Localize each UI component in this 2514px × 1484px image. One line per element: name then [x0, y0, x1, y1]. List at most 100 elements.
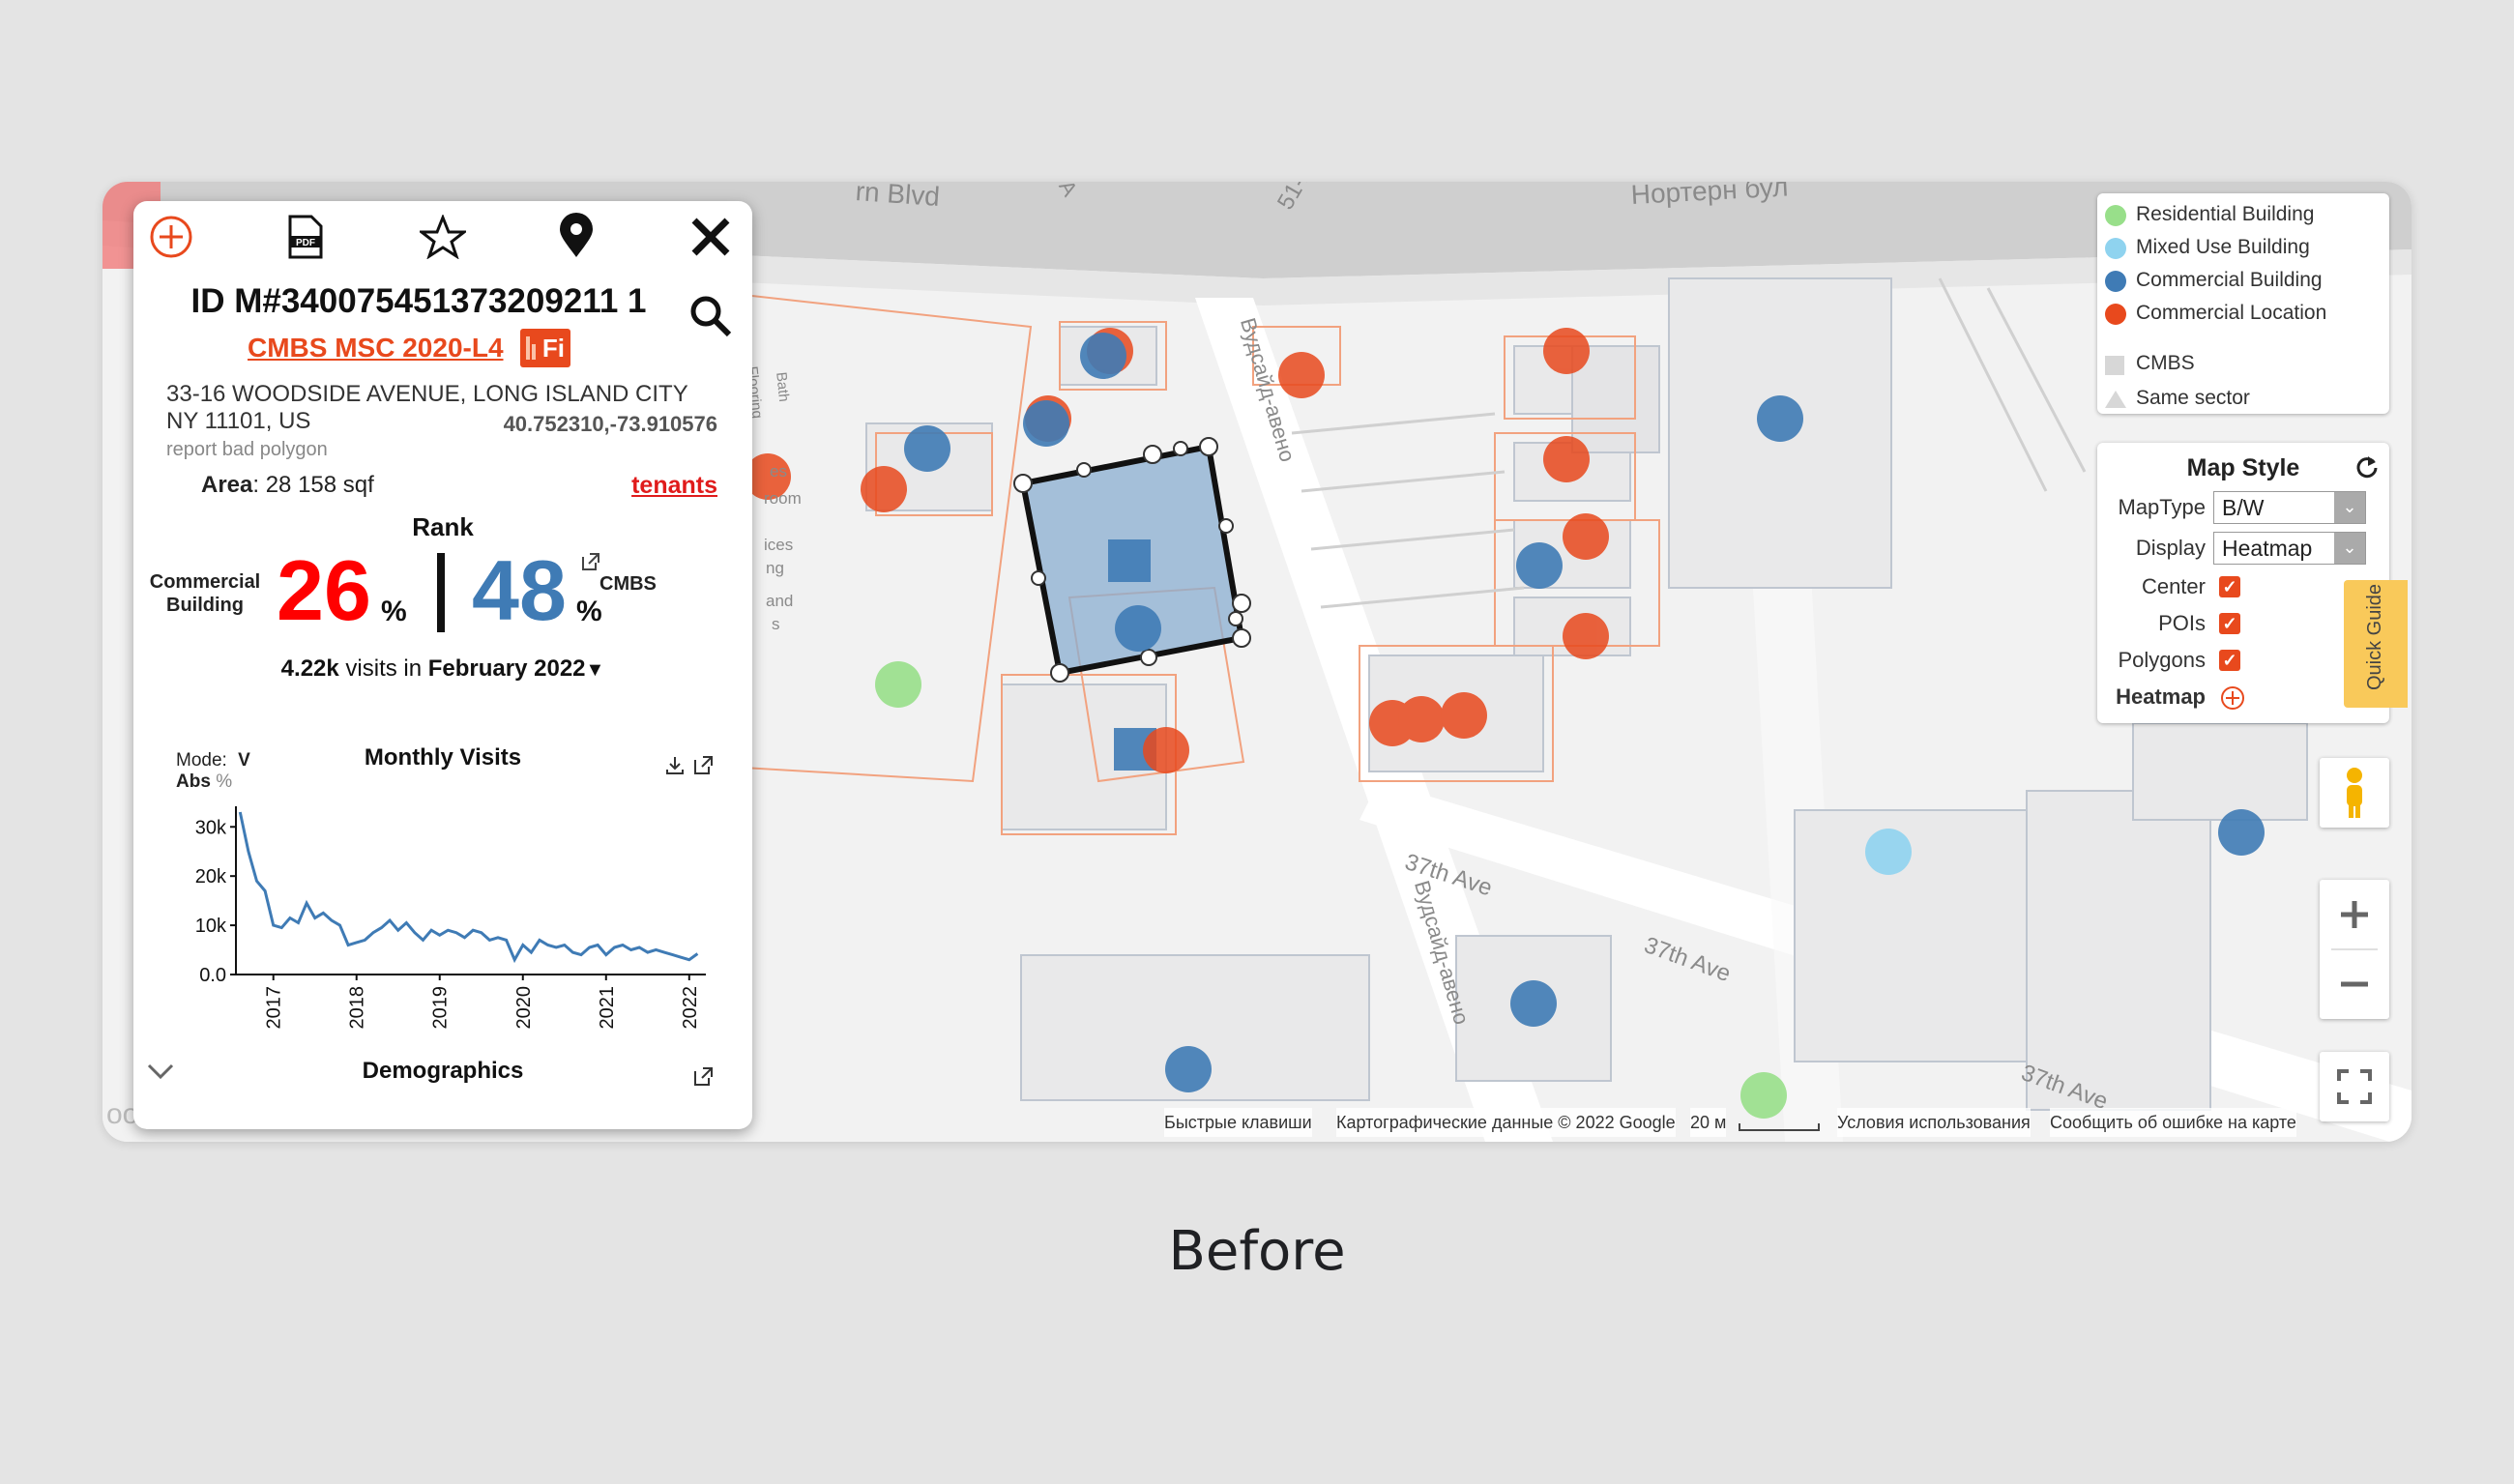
zoom-in-icon[interactable] — [2341, 901, 2368, 928]
map-style-title: Map Style — [2186, 454, 2300, 481]
maptype-value: B/W — [2222, 495, 2265, 520]
y-tick-label: 0.0 — [199, 965, 226, 986]
address-line1: 33-16 WOODSIDE AVENUE, LONG ISLAND CITY — [166, 381, 688, 407]
location-pin-icon[interactable] — [557, 213, 596, 259]
legend-label: CMBS — [2136, 352, 2195, 374]
add-circle-icon[interactable] — [2219, 684, 2246, 712]
poi-label: s — [772, 615, 780, 633]
star-icon[interactable] — [420, 215, 466, 259]
heatmap-label: Heatmap — [2116, 684, 2206, 709]
rank-right-value: 48 — [472, 542, 567, 638]
display-label: Display — [2135, 536, 2206, 560]
y-tick-label: 10k — [195, 916, 227, 937]
commercial-location-dot-icon — [2105, 304, 2126, 325]
scale-bar — [1739, 1123, 1820, 1131]
x-tick-label: 2019 — [430, 986, 452, 1030]
report-map-error-link[interactable]: Сообщить об ошибке на карте — [2050, 1108, 2296, 1137]
rank-right-percent: % — [576, 596, 602, 627]
map-legend: Residential Building Mixed Use Building … — [2097, 193, 2389, 414]
zoom-controls — [2320, 880, 2389, 1019]
keyboard-shortcuts-link[interactable]: Быстрые клавиши — [1164, 1108, 1312, 1137]
y-tick-label: 20k — [195, 866, 227, 887]
polygons-label: Polygons — [2118, 648, 2206, 672]
fi-badge-label: Fi — [541, 334, 565, 363]
pois-label: POIs — [2158, 611, 2206, 635]
x-tick-label: 2017 — [264, 986, 285, 1030]
chevron-down-icon[interactable]: ⌄ — [2334, 492, 2365, 523]
fullscreen-button[interactable] — [2320, 1052, 2389, 1121]
address-line2: NY 11101, US — [166, 408, 311, 434]
demographics-title: Demographics — [362, 1058, 524, 1084]
quick-guide-tab[interactable]: Quick Guide — [2344, 580, 2408, 708]
visits-summary[interactable]: 4.22k visits in February 2022▼ — [133, 655, 752, 683]
polygons-checkbox[interactable]: ✓ — [2219, 650, 2240, 671]
display-select[interactable]: Heatmap ⌄ — [2213, 532, 2366, 565]
report-polygon-link[interactable]: report bad polygon — [166, 439, 328, 461]
poi-label: room — [764, 489, 802, 508]
external-link-icon[interactable] — [580, 551, 601, 572]
x-tick-label: 2018 — [347, 986, 368, 1030]
chevron-down-icon[interactable]: ▼ — [586, 659, 605, 681]
external-link-icon[interactable] — [692, 1065, 716, 1089]
close-icon[interactable] — [688, 215, 733, 259]
square-icon — [2105, 356, 2124, 375]
poi-label: ices — [764, 536, 794, 554]
building-id: ID M#340075451373209211 1 — [190, 282, 647, 320]
scale-label: 20 м — [1690, 1108, 1727, 1137]
quick-guide-label: Quick Guide — [2364, 583, 2385, 691]
coordinates: 40.752310,-73.910576 — [503, 412, 717, 436]
pdf-icon[interactable]: PDF — [286, 215, 325, 259]
y-tick-label: 30k — [195, 817, 227, 838]
mode-abs[interactable]: Abs — [176, 771, 211, 792]
legend-label: Residential Building — [2136, 203, 2315, 225]
rank-left-value: 26 — [277, 542, 371, 638]
terms-link[interactable]: Условия использования — [1837, 1108, 2031, 1137]
external-link-icon[interactable] — [692, 754, 716, 777]
cmbs-link[interactable]: CMBS MSC 2020-L4 — [248, 333, 504, 364]
residential-dot-icon — [2105, 205, 2126, 226]
x-tick-label: 2020 — [513, 986, 535, 1030]
x-tick-label: 2021 — [597, 986, 618, 1030]
street-view-pegman[interactable] — [2320, 758, 2389, 828]
chart-title: Monthly Visits — [364, 744, 522, 771]
poi-label: and — [766, 592, 794, 610]
x-tick-label: 2022 — [680, 986, 701, 1030]
center-checkbox[interactable]: ✓ — [2219, 576, 2240, 597]
building-info-panel: PDF ID M#340075451373209211 1 CMBS MSC 2… — [133, 201, 752, 1129]
visits-in: visits in — [338, 655, 428, 682]
visits-series-line — [238, 811, 699, 964]
cmbs-marker — [1108, 539, 1151, 582]
legend-label: Same sector — [2136, 387, 2250, 409]
reset-icon[interactable] — [2354, 454, 2380, 480]
rank-left-label: Commercial Building — [149, 571, 261, 616]
download-icon[interactable] — [663, 754, 687, 777]
rank-left-percent: % — [381, 596, 407, 627]
legend-label: Commercial Location — [2136, 302, 2327, 324]
maptype-select[interactable]: B/W ⌄ — [2213, 491, 2366, 524]
fullscreen-icon — [2337, 1069, 2372, 1104]
legend-label: Mixed Use Building — [2136, 236, 2310, 258]
poi-label: es — [770, 462, 787, 480]
caption: Before — [1168, 1220, 1346, 1283]
mode-pct[interactable]: % — [216, 771, 232, 792]
monthly-visits-chart[interactable]: 0.0 10k 20k 30k 2017 2018 2019 2020 2021 2022 — [133, 791, 752, 1052]
fi-badge[interactable]: Fi — [520, 329, 570, 367]
rank-right-label: CMBS — [599, 573, 657, 595]
poi-label: ng — [766, 559, 784, 577]
map-data-attribution: Картографические данные © 2022 Google — [1336, 1108, 1676, 1137]
triangle-icon — [2105, 391, 2126, 408]
tenants-link[interactable]: tenants — [631, 472, 717, 500]
pois-checkbox[interactable]: ✓ — [2219, 613, 2240, 634]
chevron-down-icon[interactable]: ⌄ — [2334, 533, 2365, 564]
rank-separator — [437, 553, 445, 632]
poi-label: Bath — [773, 371, 793, 403]
maptype-label: MapType — [2118, 495, 2207, 519]
display-value: Heatmap — [2222, 536, 2313, 561]
area-value: : 28 158 sqf — [252, 472, 374, 498]
add-circle-icon[interactable] — [149, 215, 193, 259]
area-row: Area: 28 158 sqf — [201, 472, 374, 499]
svg-text:PDF: PDF — [296, 238, 315, 248]
legend-label: Commercial Building — [2136, 269, 2323, 291]
commercial-building-dot-icon — [2105, 271, 2126, 292]
mixed-use-dot-icon — [2105, 238, 2126, 259]
